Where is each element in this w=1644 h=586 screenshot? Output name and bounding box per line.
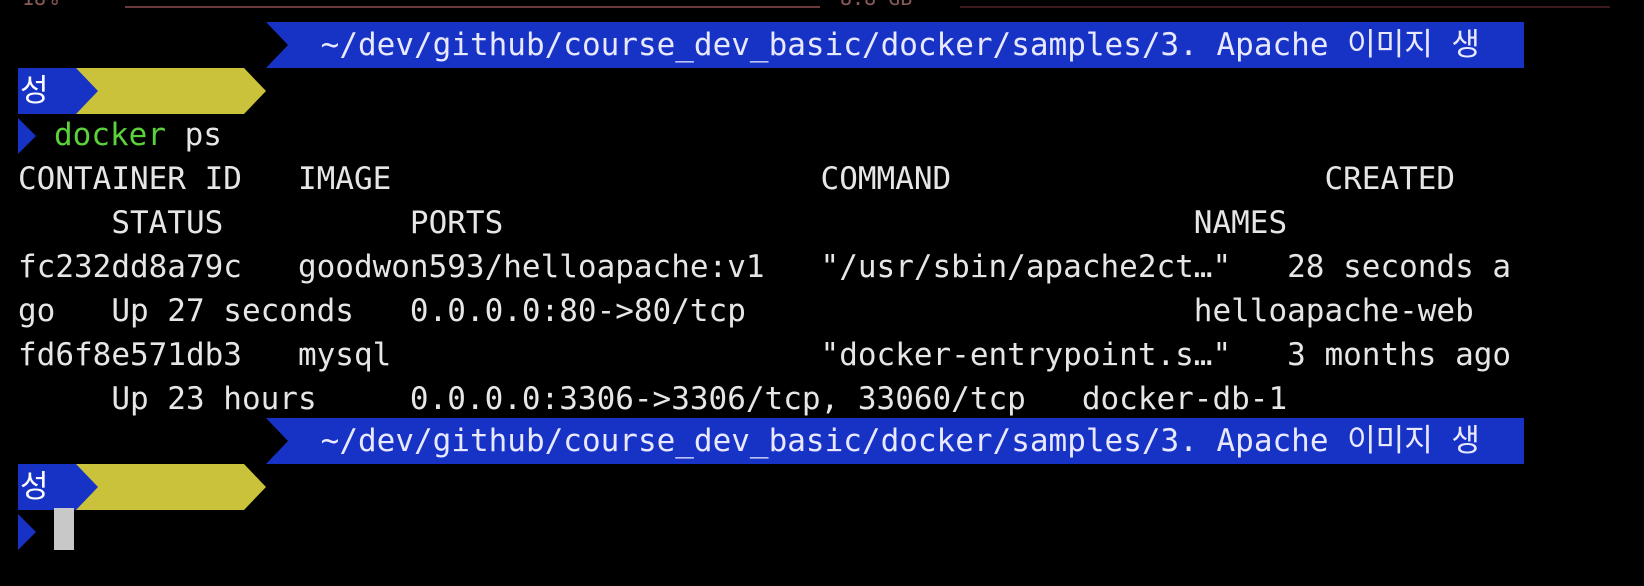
prompt-path-continuation: 성 (18, 68, 76, 114)
prompt-git-segment: dev ± (76, 464, 273, 551)
prompt-path-arrow (266, 22, 288, 68)
output-row-line: fc232dd8a79c goodwon593/helloapache:v1 "… (18, 249, 1512, 285)
command-name: docker (54, 117, 166, 153)
git-left-arrow (76, 68, 98, 114)
git-right-arrow (244, 68, 266, 114)
output-row-line: fd6f8e571db3 mysql "docker-entrypoint.s…… (18, 337, 1512, 373)
terminal-cursor[interactable] (54, 508, 74, 550)
git-left-arrow (76, 464, 98, 510)
cpu-graph-line (125, 6, 820, 8)
git-branch-icon (151, 517, 166, 547)
prompt-git-segment: dev ± (76, 68, 273, 155)
prompt-path-segment: ~/dev/github/course_dev_basic/docker/sam… (266, 418, 1524, 464)
command-args: ps (165, 117, 222, 153)
command-line: docker ps (54, 112, 222, 158)
prompt-path-continuation: 성 (18, 464, 76, 510)
git-branch-label: dev ± (179, 515, 273, 551)
memory-usage-text: 8.8 GB (840, 0, 912, 10)
output-row-line: Up 23 hours 0.0.0.0:3306->3306/tcp, 3306… (18, 381, 1288, 417)
output-row-line: go Up 27 seconds 0.0.0.0:80->80/tcp hell… (18, 293, 1474, 329)
output-header-line2: STATUS PORTS NAMES (18, 205, 1288, 241)
prompt-user-segment: good593 (18, 418, 246, 505)
git-right-arrow (244, 464, 266, 510)
memory-graph-line (960, 6, 1610, 8)
prompt-user-segment: good593 (18, 22, 246, 109)
prompt-path-arrow (266, 418, 288, 464)
output-header-line1: CONTAINER ID IMAGE COMMAND CREATED (18, 161, 1456, 197)
prompt-path-segment: ~/dev/github/course_dev_basic/docker/sam… (266, 22, 1524, 68)
prompt-chevron-icon (18, 514, 36, 550)
cpu-usage-text: 18% (22, 0, 58, 10)
prompt-chevron-icon (18, 118, 36, 154)
top-status-strip: 18% 8.8 GB (0, 0, 1644, 11)
